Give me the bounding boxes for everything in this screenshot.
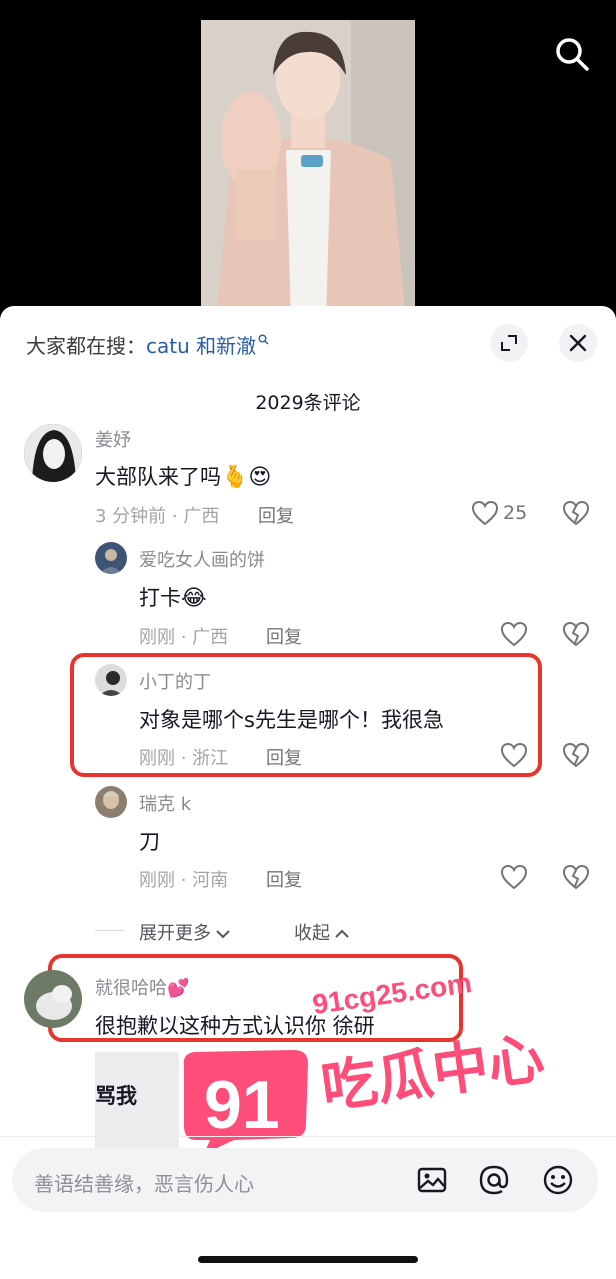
comment-text: 大部队来了吗🫰😍 xyxy=(95,461,271,491)
avatar-image xyxy=(95,786,127,818)
search-button[interactable] xyxy=(550,32,594,76)
chevron-down-icon xyxy=(216,930,230,939)
avatar[interactable] xyxy=(24,970,82,1028)
comment-input-bar[interactable]: 善语结善缘，恶言伤人心 xyxy=(12,1148,598,1212)
like-heart-icon[interactable] xyxy=(500,864,528,890)
video-area[interactable] xyxy=(0,0,616,320)
like-count: 25 xyxy=(503,502,528,524)
comment-username[interactable]: 瑞克 k xyxy=(139,790,191,816)
comment-username[interactable]: 爱吃女人画的饼 xyxy=(139,546,265,572)
expand-more-button[interactable]: 展开更多 xyxy=(139,919,231,945)
avatar-image xyxy=(24,970,82,1028)
comment-text: 刀 xyxy=(139,830,160,854)
comment-text: 对象是哪个s先生是哪个！我很急 xyxy=(139,708,444,732)
comment-username-text: 就很哈哈 xyxy=(95,978,167,999)
watermark-badge-icon: 91 xyxy=(183,1050,308,1154)
quoted-image-text: 骂我 xyxy=(95,1084,137,1108)
close-button[interactable] xyxy=(559,324,597,362)
avatar[interactable] xyxy=(95,786,127,818)
comment-count: 2029条评论 xyxy=(255,392,361,414)
collapse-label: 收起 xyxy=(294,923,330,944)
comment-time-location: 刚刚 · 浙江 xyxy=(139,748,229,769)
avatar-image xyxy=(24,424,82,482)
search-icon xyxy=(556,38,589,71)
video-thumbnail[interactable] xyxy=(201,20,415,320)
input-divider xyxy=(0,1136,616,1137)
reply-button[interactable]: 回复 xyxy=(266,623,302,649)
reply-button[interactable]: 回复 xyxy=(258,502,294,528)
reply-button[interactable]: 回复 xyxy=(266,866,302,892)
divider xyxy=(95,930,125,931)
dislike-broken-heart-icon[interactable] xyxy=(562,621,590,647)
like-heart-icon[interactable] xyxy=(500,742,528,768)
reply-button[interactable]: 回复 xyxy=(266,744,302,770)
watermark-logo: 91 xyxy=(174,1046,314,1160)
watermark-number: 91 xyxy=(204,1067,280,1143)
like-heart-icon[interactable] xyxy=(471,500,499,526)
comment-sheet: 大家都在搜：catu 和新澈 2029条评论 姜妤 大部队来了吗🫰😍 3 分钟前… xyxy=(0,306,616,1279)
hot-search-bar[interactable]: 大家都在搜：catu 和新澈 xyxy=(26,330,269,359)
comment-input-placeholder[interactable]: 善语结善缘，恶言伤人心 xyxy=(34,1168,254,1197)
emoji-icon[interactable] xyxy=(542,1164,574,1196)
collapse-button[interactable]: 收起 xyxy=(294,919,350,945)
dislike-broken-heart-icon[interactable] xyxy=(562,864,590,890)
close-icon xyxy=(569,334,587,352)
image-icon[interactable] xyxy=(416,1164,448,1196)
mention-icon[interactable] xyxy=(478,1164,510,1196)
avatar[interactable] xyxy=(95,542,127,574)
username-emoji: 💕 xyxy=(167,978,190,999)
avatar-image xyxy=(95,664,127,696)
hot-search-query[interactable]: catu 和新澈 xyxy=(146,334,256,358)
small-search-icon xyxy=(258,334,269,345)
home-indicator[interactable] xyxy=(198,1256,418,1263)
comment-time-location: 刚刚 · 河南 xyxy=(139,870,229,891)
avatar-image xyxy=(95,542,127,574)
comment-emojis: 😂 xyxy=(181,586,207,611)
video-frame-illustration xyxy=(201,20,415,320)
comment-text-body: 打卡 xyxy=(139,586,181,610)
bottom-safe-area xyxy=(0,1212,616,1279)
comment-time-location: 3 分钟前 · 广西 xyxy=(95,506,220,527)
comment-username[interactable]: 就很哈哈💕 xyxy=(95,974,189,1000)
expand-button[interactable] xyxy=(490,324,528,362)
dislike-broken-heart-icon[interactable] xyxy=(562,500,590,526)
comment-username[interactable]: 小丁的丁 xyxy=(139,668,211,694)
expand-icon xyxy=(501,335,517,351)
comment-username[interactable]: 姜妤 xyxy=(95,426,131,452)
comment-text-body: 大部队来了吗 xyxy=(95,465,221,489)
comment-time-location: 刚刚 · 广西 xyxy=(139,627,229,648)
avatar[interactable] xyxy=(24,424,82,482)
comment-emojis: 🫰😍 xyxy=(221,465,272,490)
dislike-broken-heart-icon[interactable] xyxy=(562,742,590,768)
comment-text: 打卡😂 xyxy=(139,582,207,612)
chevron-up-icon xyxy=(335,929,349,938)
expand-more-label: 展开更多 xyxy=(139,923,211,944)
like-heart-icon[interactable] xyxy=(500,621,528,647)
hot-search-prefix: 大家都在搜： xyxy=(26,334,146,358)
avatar[interactable] xyxy=(95,664,127,696)
